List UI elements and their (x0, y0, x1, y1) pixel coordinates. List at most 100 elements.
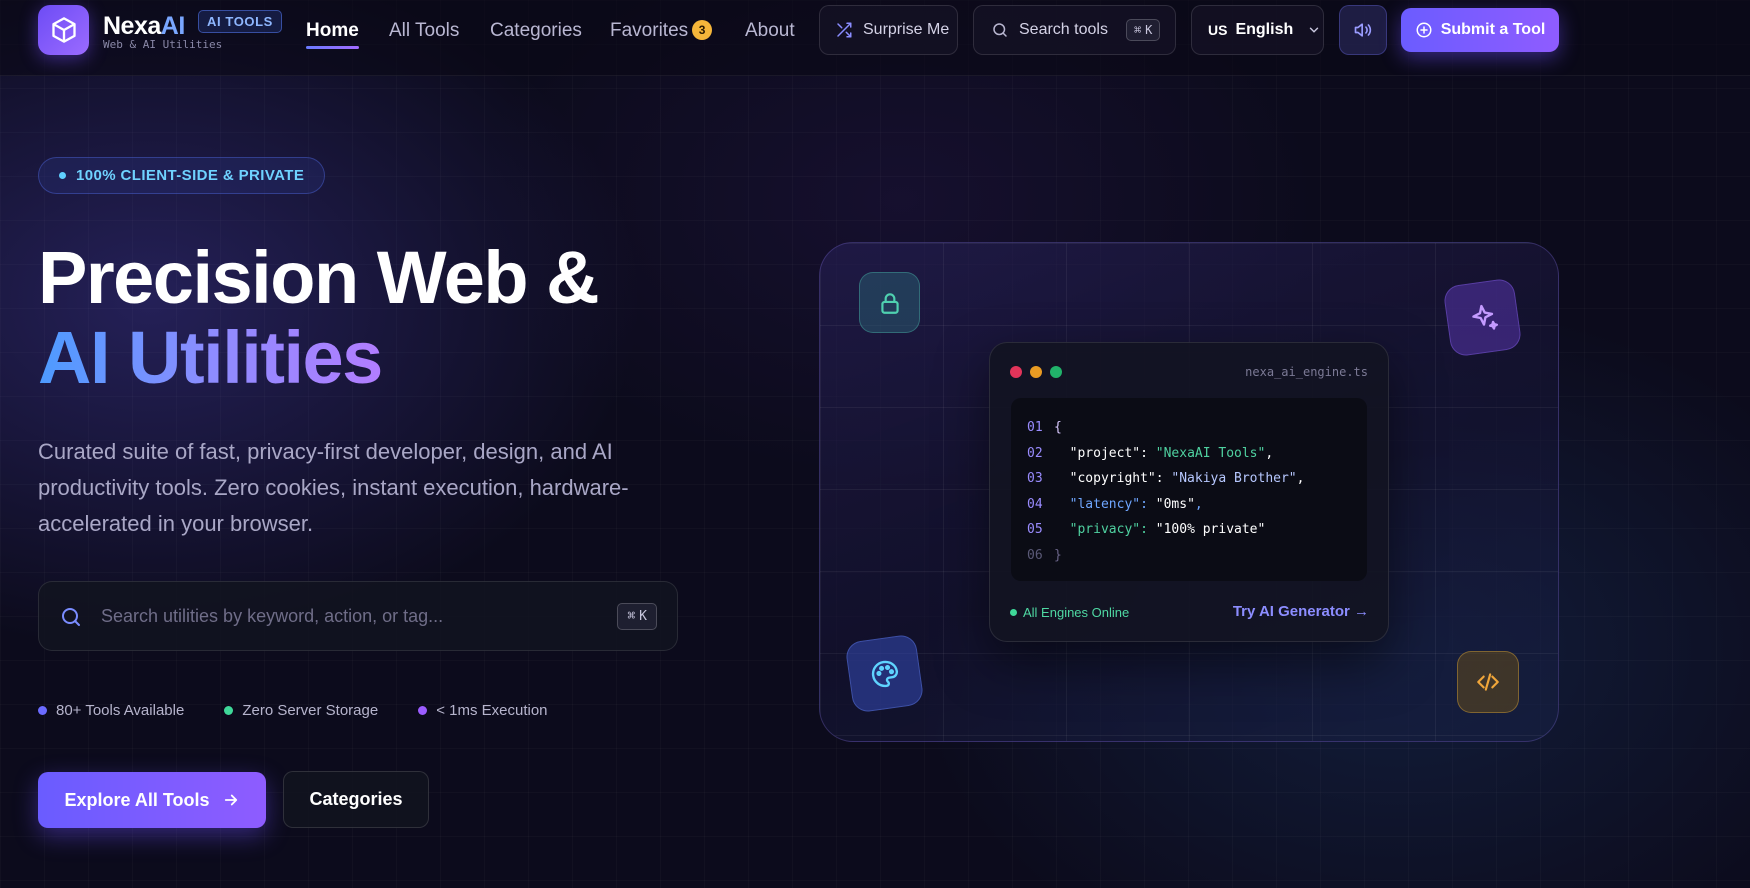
nav-categories[interactable]: Categories (490, 20, 582, 42)
stat-storage: Zero Server Storage (224, 702, 378, 719)
code-line: 05 "privacy": "100% private" (1027, 517, 1367, 543)
nav-about[interactable]: About (745, 20, 795, 42)
code-line: 03 "copyright": "Nakiya Brother", (1027, 466, 1367, 492)
window-dot-green (1050, 366, 1062, 378)
stat-dot (38, 706, 47, 715)
top-nav: NexaAI AI TOOLS Web & AI Utilities Home … (0, 0, 1750, 76)
command-key-icon: ⌘ (627, 609, 636, 624)
categories-button[interactable]: Categories (283, 771, 429, 828)
line-number: 03 (1027, 471, 1043, 487)
flag-icon: US (1208, 22, 1228, 38)
line-number: 06 (1027, 547, 1043, 563)
code-value: "NexaAI Tools" (1155, 445, 1266, 461)
window-dot-orange (1030, 366, 1042, 378)
try-ai-generator-link[interactable]: Try AI Generator → (1233, 603, 1369, 620)
lock-tile (859, 272, 920, 333)
code-key: "privacy" (1069, 522, 1141, 538)
brand-tag: AI TOOLS (198, 10, 282, 33)
surprise-me-label: Surprise Me (863, 21, 950, 38)
nav-favorites[interactable]: Favorites 3 (610, 20, 713, 42)
stat-label: Zero Server Storage (242, 702, 379, 719)
hero-search-input[interactable]: Search utilities by keyword, action, or … (38, 581, 678, 651)
hero-title-line2: AI Utilities (38, 316, 383, 399)
code-key: "project" (1069, 445, 1141, 461)
shortcut-key: K (1145, 23, 1153, 37)
nav-favorites-label: Favorites (610, 20, 689, 41)
code-tile (1457, 651, 1519, 713)
code-line: 06} (1027, 543, 1367, 569)
window-dot-red (1010, 366, 1022, 378)
chevron-down-icon (1310, 27, 1319, 33)
logo[interactable] (38, 5, 89, 55)
stat-label: < 1ms Execution (436, 702, 548, 719)
submit-tool-label: Submit a Tool (1440, 21, 1546, 38)
code-value: "Nakiya Brother" (1171, 471, 1297, 487)
code-icon (1477, 673, 1499, 691)
window-controls (1010, 366, 1062, 378)
code-value: "0ms" (1155, 496, 1195, 512)
stat-tools: 80+ Tools Available (38, 702, 184, 719)
stat-dot (224, 706, 234, 715)
language-select[interactable]: US English (1191, 5, 1324, 55)
code-text: { (1054, 420, 1062, 435)
code-text: } (1054, 547, 1062, 563)
language-label: English (1235, 21, 1294, 38)
code-line: 04 "latency": "0ms", (1027, 492, 1367, 518)
status-dot (1010, 609, 1017, 616)
shuffle-icon (837, 22, 852, 38)
lock-icon (880, 292, 899, 314)
engine-status: All Engines Online (1010, 605, 1129, 620)
hero-stats: 80+ Tools Available Zero Server Storage … (38, 702, 548, 719)
line-number: 04 (1027, 496, 1043, 512)
nav-search-button[interactable]: Search tools ⌘ K (973, 5, 1176, 55)
code-preview-card: nexa_ai_engine.ts 01 { 02 "project": "Nex… (989, 342, 1389, 642)
code-line: 02 "project": "NexaAI Tools", (1027, 441, 1367, 467)
speaker-icon (1354, 23, 1372, 37)
explore-all-tools-label: Explore All Tools (64, 789, 210, 810)
brand-main: Nexa (103, 12, 161, 40)
command-key-icon: ⌘ (1133, 23, 1142, 37)
hero-search-placeholder: Search utilities by keyword, action, or … (101, 606, 444, 626)
explore-all-tools-button[interactable]: Explore All Tools (38, 772, 266, 828)
hero-description: Curated suite of fast, privacy-first dev… (38, 439, 629, 536)
nav-all-tools[interactable]: All Tools (389, 20, 459, 42)
pill-dot (59, 172, 66, 179)
brand-name[interactable]: NexaAI (103, 12, 185, 41)
search-icon (62, 608, 80, 626)
code-value: "100% private" (1155, 522, 1266, 538)
shortcut-key: K (639, 609, 647, 624)
favorites-count-badge: 3 (692, 20, 713, 40)
stat-execution: < 1ms Execution (418, 702, 548, 719)
plus-circle-icon (1416, 22, 1432, 38)
code-key: "copyright" (1069, 471, 1156, 487)
submit-tool-button[interactable]: Submit a Tool (1401, 8, 1559, 52)
privacy-pill-label: 100% CLIENT-SIDE & PRIVATE (76, 167, 305, 184)
nav-search-shortcut: ⌘ K (1125, 19, 1161, 41)
engine-status-label: All Engines Online (1023, 605, 1130, 620)
stat-dot (418, 706, 428, 715)
surprise-me-button[interactable]: Surprise Me (819, 5, 958, 55)
nav-home[interactable]: Home (306, 20, 359, 49)
sparkle-icon (1471, 304, 1498, 330)
line-number: 02 (1027, 445, 1043, 461)
cube-icon (51, 17, 76, 43)
arrow-right-icon (224, 794, 237, 806)
palette-icon (871, 660, 898, 687)
code-file-name: nexa_ai_engine.ts (1245, 365, 1368, 379)
line-number: 01 (1027, 420, 1043, 435)
code-key: "latency" (1069, 496, 1141, 512)
brand-ai: AI (160, 12, 186, 40)
sound-toggle-button[interactable] (1339, 5, 1387, 55)
hero-search-shortcut: ⌘ K (617, 603, 657, 630)
search-icon (993, 23, 1007, 37)
hero-title-line1: Precision Web & (38, 236, 600, 319)
stat-label: 80+ Tools Available (56, 702, 185, 719)
code-block: 01 { 02 "project": "NexaAI Tools", 03 "co… (1011, 398, 1367, 581)
palette-tile (844, 633, 925, 714)
nav-search-label: Search tools (1019, 21, 1108, 38)
sparkle-tile (1442, 277, 1523, 358)
code-line: 01 { (1027, 415, 1367, 441)
line-number: 05 (1027, 522, 1043, 538)
privacy-pill: 100% CLIENT-SIDE & PRIVATE (38, 157, 325, 194)
brand-subtitle: Web & AI Utilities (103, 38, 223, 51)
